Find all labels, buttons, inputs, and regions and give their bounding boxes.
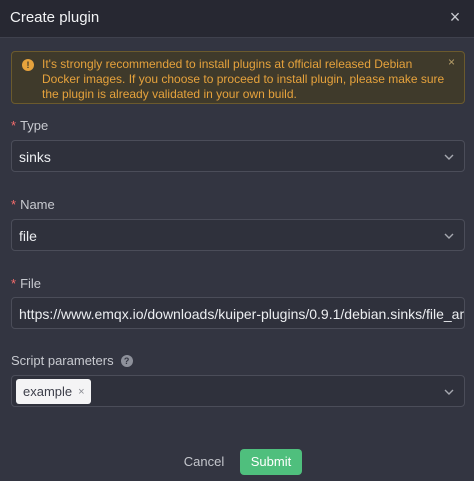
- alert-close-icon[interactable]: ×: [448, 55, 455, 69]
- submit-button[interactable]: Submit: [240, 449, 302, 475]
- dialog-header: Create plugin ×: [0, 0, 474, 38]
- required-asterisk: *: [11, 118, 17, 133]
- script-parameters-label: Script parameters?: [11, 353, 133, 368]
- dialog-title: Create plugin: [10, 9, 100, 26]
- alert-message: It's strongly recommended to install plu…: [42, 57, 445, 101]
- required-asterisk: *: [11, 197, 17, 212]
- type-label: * Type: [11, 118, 49, 133]
- file-label: * File: [11, 276, 42, 291]
- help-icon[interactable]: ?: [120, 355, 133, 367]
- tag-label: example: [23, 384, 73, 399]
- required-asterisk: *: [11, 276, 17, 291]
- name-select[interactable]: file: [11, 219, 465, 251]
- type-select[interactable]: sinks: [11, 140, 465, 172]
- cancel-button[interactable]: Cancel: [178, 450, 230, 474]
- chevron-down-icon: [444, 389, 454, 395]
- warning-icon: !: [22, 59, 34, 71]
- name-label: * Name: [11, 197, 55, 212]
- file-url-value: https://www.emqx.io/downloads/kuiper-plu…: [19, 306, 464, 322]
- type-value: sinks: [19, 149, 51, 165]
- close-icon[interactable]: ×: [444, 6, 466, 28]
- chevron-down-icon: [444, 154, 454, 160]
- tag-close-icon[interactable]: ×: [78, 386, 84, 398]
- chevron-down-icon: [444, 233, 454, 239]
- parameter-tag: example ×: [16, 379, 91, 404]
- warning-alert: ! It's strongly recommended to install p…: [11, 51, 465, 104]
- script-parameters-select[interactable]: example ×: [11, 375, 465, 407]
- name-value: file: [19, 228, 37, 244]
- file-url-input[interactable]: https://www.emqx.io/downloads/kuiper-plu…: [11, 297, 465, 329]
